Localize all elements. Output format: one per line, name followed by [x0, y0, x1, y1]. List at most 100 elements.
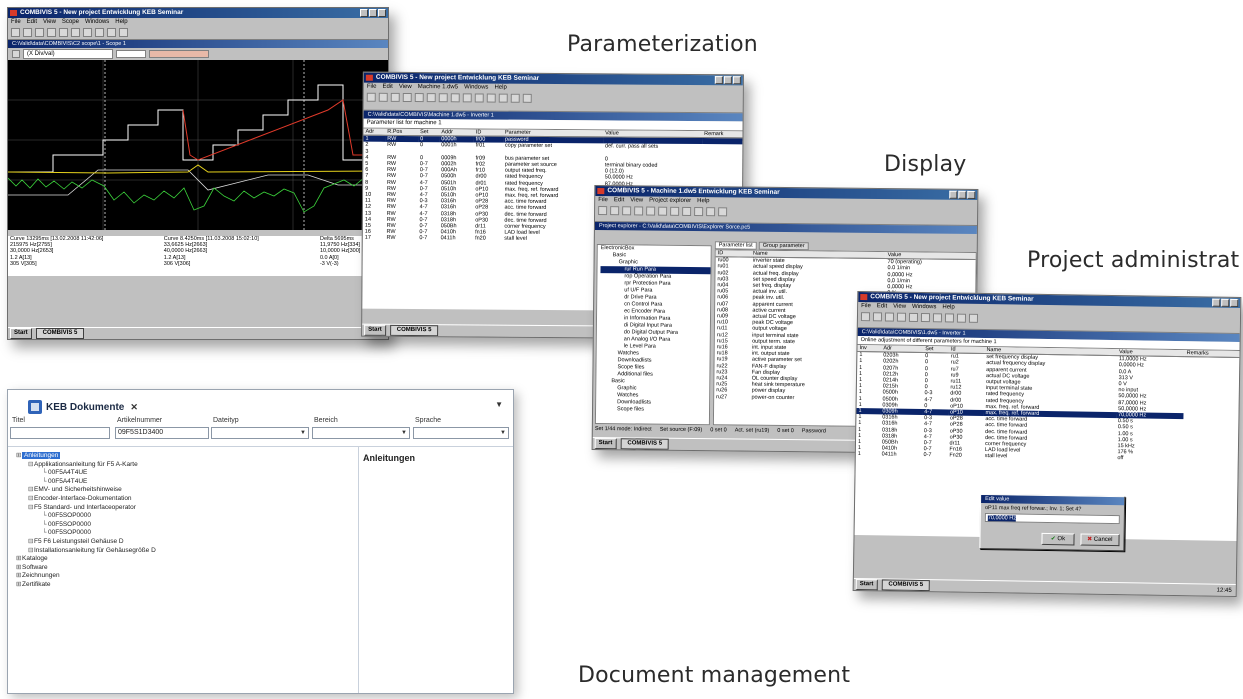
menu-file[interactable]: File	[598, 196, 608, 204]
paste-icon[interactable]	[646, 206, 656, 216]
menu-windows[interactable]: Windows	[464, 83, 488, 91]
menu-file[interactable]: File	[367, 83, 377, 91]
start-button[interactable]: Start	[10, 328, 32, 339]
close-button[interactable]	[732, 76, 741, 85]
close-button[interactable]	[967, 190, 976, 199]
maximize-button[interactable]	[1221, 298, 1230, 307]
menu-scope[interactable]: Scope	[62, 18, 79, 26]
print-icon[interactable]	[426, 93, 436, 103]
cut-icon[interactable]	[884, 312, 895, 322]
doc-tree-item[interactable]: ⊞Software	[16, 564, 356, 573]
taskbar-item-combivis[interactable]: COMBIVIS 5	[389, 324, 439, 337]
menu-help[interactable]: Help	[942, 303, 954, 311]
print-icon[interactable]	[107, 28, 116, 37]
new-icon[interactable]	[598, 206, 608, 216]
settings-icon[interactable]	[860, 312, 871, 322]
paste-icon[interactable]	[414, 93, 424, 103]
print-icon[interactable]	[694, 207, 704, 217]
minimize-button[interactable]	[949, 190, 958, 199]
heart-icon[interactable]	[498, 93, 508, 103]
grid-icon[interactable]	[450, 93, 460, 103]
taskbar-item-combivis[interactable]: COMBIVIS 5	[881, 579, 931, 592]
new-icon[interactable]	[11, 28, 20, 37]
menu-machine[interactable]: Machine 1.dw5	[418, 83, 458, 91]
copy-icon[interactable]	[47, 28, 56, 37]
ok-button[interactable]: ✔ Ok	[1041, 532, 1075, 546]
download-icon[interactable]	[474, 93, 484, 103]
grid-icon[interactable]	[95, 28, 104, 37]
area-select[interactable]: ▼	[312, 427, 410, 439]
maximize-button[interactable]	[723, 76, 732, 85]
grid-icon[interactable]	[682, 206, 692, 217]
doc-tree-item[interactable]: ⊞Zertifikate	[16, 581, 356, 590]
print-icon[interactable]	[920, 313, 931, 323]
doc-tree-item[interactable]: ⊟Applikationsanleitung für F5 A-Karte	[16, 461, 356, 470]
doc-tree-item[interactable]: ⊞Zeichnungen	[16, 572, 356, 581]
save-icon[interactable]	[23, 28, 32, 37]
zoom-icon[interactable]	[119, 28, 128, 37]
menu-file[interactable]: File	[11, 18, 21, 26]
search-icon[interactable]	[438, 93, 448, 103]
check-icon[interactable]	[510, 93, 520, 103]
dialog-value-input[interactable]: 70,0000 Hz	[984, 513, 1120, 525]
taskbar-item-combivis[interactable]: COMBIVIS 5	[35, 328, 85, 339]
doc-tree-item[interactable]: └00F5SOP0000	[16, 512, 356, 521]
menu-help[interactable]: Help	[115, 18, 127, 26]
settings-icon[interactable]	[658, 206, 668, 216]
cancel-button[interactable]: ✖ Cancel	[1080, 533, 1120, 547]
search-icon[interactable]	[83, 28, 92, 37]
arrow-icon[interactable]	[486, 93, 496, 103]
taskbar-item-combivis[interactable]: COMBIVIS 5	[620, 438, 670, 450]
minimize-button[interactable]	[714, 76, 723, 85]
upload-icon[interactable]	[956, 313, 967, 323]
minimize-button[interactable]	[360, 9, 368, 17]
settings-icon[interactable]	[366, 92, 376, 102]
language-select[interactable]: ▼	[413, 427, 509, 439]
doc-tree-item[interactable]: ⊞ Anleitungen	[16, 452, 356, 461]
copy-icon[interactable]	[402, 92, 412, 103]
close-button[interactable]	[1230, 298, 1239, 307]
search-icon[interactable]	[932, 313, 943, 323]
search-icon[interactable]	[670, 206, 680, 216]
menu-help[interactable]: Help	[494, 84, 506, 92]
paste-icon[interactable]	[908, 312, 919, 322]
doc-tree-item[interactable]: ⊟F5 Standard- und Interfaceoperator	[16, 504, 356, 513]
download-icon[interactable]	[968, 313, 979, 323]
copy-icon[interactable]	[634, 206, 644, 216]
doc-tree-item[interactable]: ⊟Encoder-Interface-Dokumentation	[16, 495, 356, 504]
menu-edit[interactable]: Edit	[382, 83, 392, 91]
paste-icon[interactable]	[59, 28, 68, 37]
wrench-icon[interactable]	[718, 207, 728, 217]
article-number-input[interactable]: 09F5S1D3400	[115, 427, 209, 439]
menu-edit[interactable]: Edit	[27, 18, 37, 26]
flag-icon[interactable]	[522, 93, 532, 103]
grid-icon[interactable]	[944, 313, 955, 323]
zoom-value[interactable]	[116, 50, 146, 58]
folder-icon[interactable]	[706, 207, 716, 217]
doc-tree-item[interactable]: ⊟EMV- und Sicherheitshinweise	[16, 486, 356, 495]
doc-tab[interactable]: KEB Dokumente ✕	[28, 396, 138, 418]
cut-icon[interactable]	[390, 92, 400, 102]
close-button[interactable]	[378, 9, 386, 17]
cut-icon[interactable]	[622, 206, 632, 216]
save-icon[interactable]	[378, 92, 388, 102]
menu-project-explorer[interactable]: Project explorer	[649, 197, 691, 205]
doc-tree-item[interactable]: └00F5A4T4UE	[16, 478, 356, 487]
open-icon[interactable]	[610, 206, 620, 216]
copy-icon[interactable]	[896, 312, 907, 322]
start-button[interactable]: Start	[594, 438, 617, 450]
filetype-select[interactable]: ▼	[211, 427, 309, 439]
menu-windows[interactable]: Windows	[912, 303, 936, 311]
maximize-button[interactable]	[369, 9, 377, 17]
menu-windows[interactable]: Windows	[85, 18, 109, 26]
menu-edit[interactable]: Edit	[877, 302, 887, 310]
zoom-select[interactable]: (X Div/val)	[23, 49, 113, 59]
scope-settings-icon[interactable]	[12, 50, 20, 58]
menu-view[interactable]: View	[630, 196, 643, 204]
title-input[interactable]	[10, 427, 110, 439]
doc-tree-item[interactable]: ⊟Installationsanleitung für Gehäusegröße…	[16, 547, 356, 556]
start-button[interactable]: Start	[855, 579, 878, 591]
menu-help[interactable]: Help	[697, 197, 709, 205]
start-button[interactable]: Start	[364, 324, 386, 336]
close-icon[interactable]: ✕	[130, 402, 138, 413]
